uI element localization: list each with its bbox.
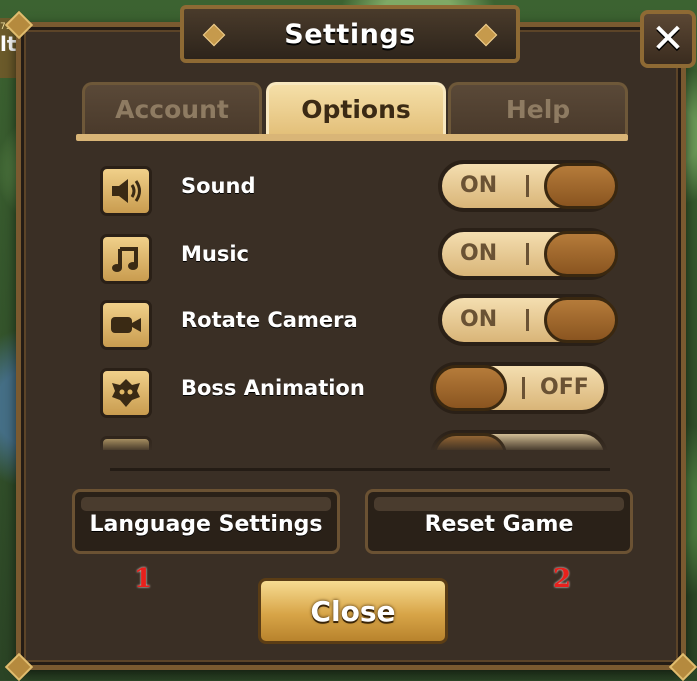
setting-row-boss-animation: Boss Animation OFF [96, 360, 626, 420]
boss-animation-toggle[interactable]: OFF [430, 362, 608, 414]
close-x-button[interactable]: ✕ [640, 10, 696, 68]
setting-label-rotate-camera: Rotate Camera [181, 308, 358, 332]
setting-row-rotate-camera: Rotate Camera ON [96, 292, 626, 352]
settings-list: Sound ON Music ON Rotate Camera ON Boss … [96, 150, 626, 450]
dialog-title: Settings [284, 18, 416, 50]
language-settings-label: Language Settings [89, 512, 323, 537]
boss-animation-toggle-state: OFF [540, 375, 589, 400]
reset-game-label: Reset Game [424, 512, 574, 537]
list-divider [110, 468, 610, 471]
tab-options[interactable]: Options [266, 82, 446, 134]
annotation-marker-1: 1 [134, 564, 153, 594]
setting-row-sound: Sound ON [96, 158, 626, 218]
diamond-ornament-right [474, 23, 498, 47]
sound-toggle[interactable]: ON [438, 160, 618, 212]
dialog-title-plate: Settings [180, 5, 520, 63]
music-toggle[interactable]: ON [438, 228, 618, 280]
toggle-divider [522, 377, 525, 399]
tab-underline [76, 134, 628, 141]
speaker-icon [100, 166, 152, 216]
video-camera-icon [100, 300, 152, 350]
toggle-knob[interactable] [433, 365, 507, 411]
setting-label-boss-animation: Boss Animation [181, 376, 365, 400]
diamond-ornament-left [202, 23, 226, 47]
close-button[interactable]: Close [258, 578, 448, 644]
boss-skull-icon [100, 368, 152, 418]
tab-account-label: Account [115, 95, 229, 124]
setting-row-music: Music ON [96, 226, 626, 286]
tab-help-label: Help [505, 95, 571, 124]
rotate-camera-toggle[interactable]: ON [438, 294, 618, 346]
setting-label-sound: Sound [181, 174, 256, 198]
close-button-label: Close [310, 594, 396, 628]
music-note-icon [100, 234, 152, 284]
toggle-knob[interactable] [544, 297, 618, 343]
button-highlight [81, 497, 331, 511]
rotate-camera-toggle-state: ON [460, 307, 498, 332]
reset-game-button[interactable]: Reset Game [365, 489, 633, 554]
button-highlight [374, 497, 624, 511]
annotation-marker-2: 2 [553, 564, 572, 594]
tab-options-label: Options [301, 95, 411, 124]
music-toggle-state: ON [460, 241, 498, 266]
toggle-divider [526, 243, 529, 265]
tab-bar: Account Options Help [80, 82, 630, 137]
list-fade [96, 430, 626, 452]
toggle-knob[interactable] [544, 231, 618, 277]
setting-label-music: Music [181, 242, 249, 266]
toggle-knob[interactable] [544, 163, 618, 209]
toggle-divider [526, 309, 529, 331]
tab-help[interactable]: Help [448, 82, 628, 134]
close-icon: ✕ [651, 16, 685, 62]
tab-account[interactable]: Account [82, 82, 262, 134]
toggle-divider [526, 175, 529, 197]
language-settings-button[interactable]: Language Settings [72, 489, 340, 554]
sound-toggle-state: ON [460, 173, 498, 198]
